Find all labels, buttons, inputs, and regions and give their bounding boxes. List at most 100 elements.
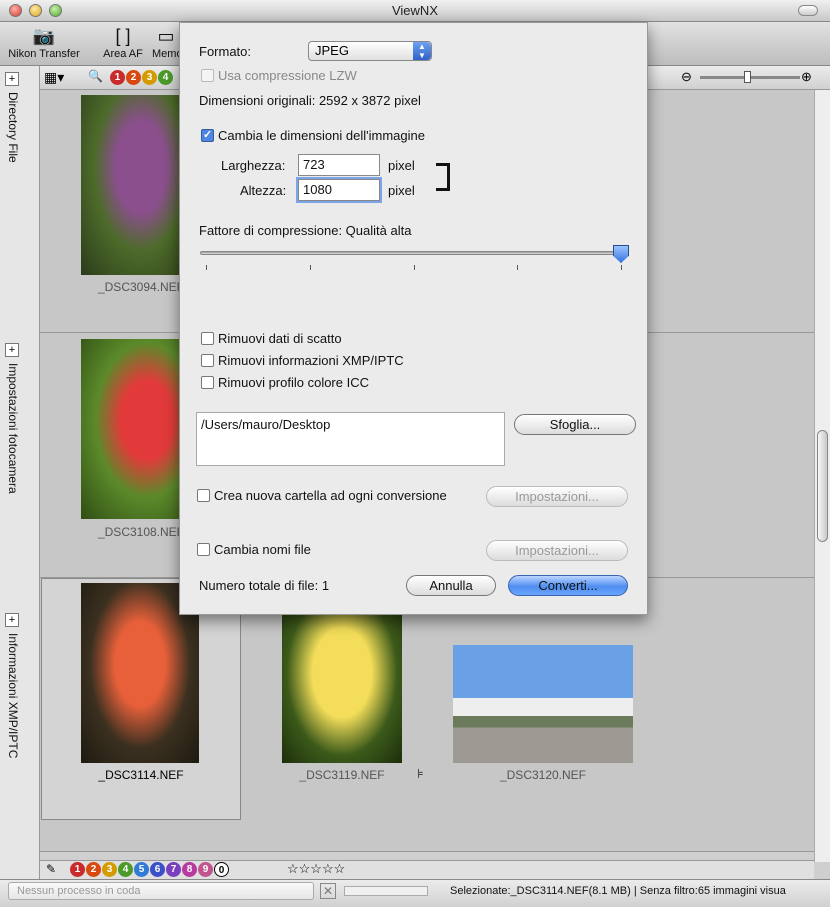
remove-icc-label: Rimuovi profilo colore ICC: [218, 375, 369, 390]
slider-tick: [621, 265, 622, 270]
zoom-slider-knob[interactable]: [744, 71, 751, 83]
title-bar: ViewNX: [0, 0, 830, 22]
panel-title: Impostazioni fotocamera: [6, 363, 20, 494]
label-button-9[interactable]: 9: [198, 862, 213, 878]
cancel-process-icon[interactable]: ✕: [320, 883, 336, 899]
thumb-row: _DSC3114.NEF _DSC3119.NEF ⊧ _DSC3120.NEF: [40, 578, 814, 852]
labels-bar: ✎ 1234567890 ☆☆☆☆☆: [40, 860, 814, 879]
label-1-filter[interactable]: 1: [110, 70, 125, 86]
width-unit: pixel: [388, 158, 415, 173]
browse-button[interactable]: Sfoglia...: [514, 414, 636, 435]
format-select[interactable]: JPEG ▲ ▼: [308, 41, 432, 61]
lzw-checkbox[interactable]: [201, 69, 214, 82]
panel-directory[interactable]: + Directory File: [4, 72, 36, 163]
aspect-lock-icon: [436, 163, 450, 191]
label-button-8[interactable]: 8: [182, 862, 197, 878]
label-buttons: 1234567890: [70, 862, 230, 878]
convert-button[interactable]: Converti...: [508, 575, 628, 596]
rating-stars[interactable]: ☆☆☆☆☆: [287, 861, 345, 877]
panel-title: Informazioni XMP/IPTC: [6, 633, 20, 759]
lzw-label: Usa compressione LZW: [218, 68, 357, 83]
expand-icon[interactable]: +: [5, 613, 19, 627]
new-folder-checkbox[interactable]: [197, 489, 210, 502]
memo-button[interactable]: ▭ Memo: [152, 24, 180, 60]
panel-title: Directory File: [6, 92, 20, 163]
label-4-filter[interactable]: 4: [158, 70, 173, 86]
label-2-filter[interactable]: 2: [126, 70, 141, 86]
remove-xmp-label: Rimuovi informazioni XMP/IPTC: [218, 353, 404, 368]
width-input[interactable]: 723: [298, 154, 380, 176]
memo-icon: ▭: [157, 26, 175, 46]
remove-xmp-checkbox[interactable]: [201, 354, 214, 367]
scrollbar-thumb[interactable]: [817, 430, 828, 542]
label-button-4[interactable]: 4: [118, 862, 133, 878]
thumb-caption: _DSC3119.NEF: [299, 768, 385, 782]
resize-checkbox[interactable]: [201, 128, 214, 142]
total-files: Numero totale di file: 1: [199, 578, 330, 593]
area-af-label: Area AF: [103, 48, 143, 60]
pencil-icon[interactable]: ✎: [46, 862, 56, 876]
label-button-6[interactable]: 6: [150, 862, 165, 878]
slider-tick: [310, 265, 311, 270]
slider-tick: [517, 265, 518, 270]
af-bracket-icon: [ ]: [115, 26, 131, 46]
format-value: JPEG: [315, 43, 349, 58]
compression-slider[interactable]: [200, 251, 624, 255]
label-button-0[interactable]: 0: [214, 862, 229, 878]
memo-label: Memo: [152, 48, 180, 60]
height-unit: pixel: [388, 183, 415, 198]
expand-icon[interactable]: +: [5, 343, 19, 357]
remove-shot-data-label: Rimuovi dati di scatto: [218, 331, 342, 346]
zoom-out-icon[interactable]: ⊖: [681, 69, 692, 85]
label-button-2[interactable]: 2: [86, 862, 101, 878]
compression-slider-knob[interactable]: [613, 245, 629, 263]
left-sidebar: + Directory File + Impostazioni fotocame…: [0, 66, 40, 879]
height-label: Altezza:: [240, 183, 287, 198]
label-button-7[interactable]: 7: [166, 862, 181, 878]
folder-settings-button[interactable]: Impostazioni...: [486, 486, 628, 507]
panel-xmp-iptc[interactable]: + Informazioni XMP/IPTC: [4, 613, 36, 758]
rename-files-label: Cambia nomi file: [214, 542, 311, 557]
convert-files-dialog: Formato: JPEG ▲ ▼ Usa compressione LZW Di…: [179, 22, 648, 615]
filter-search-icon[interactable]: 🔍: [88, 69, 103, 83]
minimize-window-button[interactable]: [29, 4, 42, 17]
popup-arrows-icon: ▲ ▼: [413, 42, 431, 60]
photo-thumbnail[interactable]: [453, 645, 633, 763]
thumb-caption: _DSC3120.NEF: [499, 768, 587, 782]
label-filter[interactable]: 1234: [110, 70, 174, 86]
rename-settings-button[interactable]: Impostazioni...: [486, 540, 628, 561]
zoom-window-button[interactable]: [49, 4, 62, 17]
vertical-scrollbar[interactable]: [814, 90, 830, 862]
thumb-caption: _DSC3114.NEF: [98, 768, 184, 782]
camera-icon: 📷: [32, 26, 56, 46]
queue-text: Nessun processo in coda: [17, 885, 141, 897]
resize-label: Cambia le dimensioni dell'immagine: [218, 128, 425, 143]
close-window-button[interactable]: [9, 4, 22, 17]
original-dimensions: Dimensioni originali: 2592 x 3872 pixel: [199, 93, 421, 108]
remove-icc-checkbox[interactable]: [201, 376, 214, 389]
cancel-button[interactable]: Annulla: [406, 575, 496, 596]
slider-tick: [414, 265, 415, 270]
view-grid-icon[interactable]: ▦▾: [44, 69, 64, 86]
destination-path-field[interactable]: /Users/mauro/Desktop: [196, 412, 505, 466]
label-3-filter[interactable]: 3: [142, 70, 157, 86]
nikon-transfer-button[interactable]: 📷 Nikon Transfer: [6, 24, 82, 60]
compression-label: Fattore di compressione: Qualità alta: [199, 223, 412, 238]
label-button-3[interactable]: 3: [102, 862, 117, 878]
new-folder-label: Crea nuova cartella ad ogni conversione: [214, 488, 447, 503]
width-label: Larghezza:: [221, 158, 286, 173]
height-input[interactable]: 1080: [298, 179, 380, 201]
remove-shot-data-checkbox[interactable]: [201, 332, 214, 345]
expand-icon[interactable]: +: [5, 72, 19, 86]
status-bar: Nessun processo in coda ✕ Selezionate:_D…: [0, 879, 830, 907]
progress-bar: [344, 886, 428, 896]
panel-camera-settings[interactable]: + Impostazioni fotocamera: [4, 343, 36, 494]
label-button-1[interactable]: 1: [70, 862, 85, 878]
rename-files-checkbox[interactable]: [197, 543, 210, 556]
label-button-5[interactable]: 5: [134, 862, 149, 878]
version-stack-icon[interactable]: ⊧: [417, 766, 424, 782]
process-queue-select[interactable]: Nessun processo in coda: [8, 882, 314, 900]
zoom-in-icon[interactable]: ⊕: [801, 69, 812, 85]
toolbar-toggle-button[interactable]: [798, 5, 818, 16]
area-af-button[interactable]: [ ] Area AF: [100, 24, 146, 60]
